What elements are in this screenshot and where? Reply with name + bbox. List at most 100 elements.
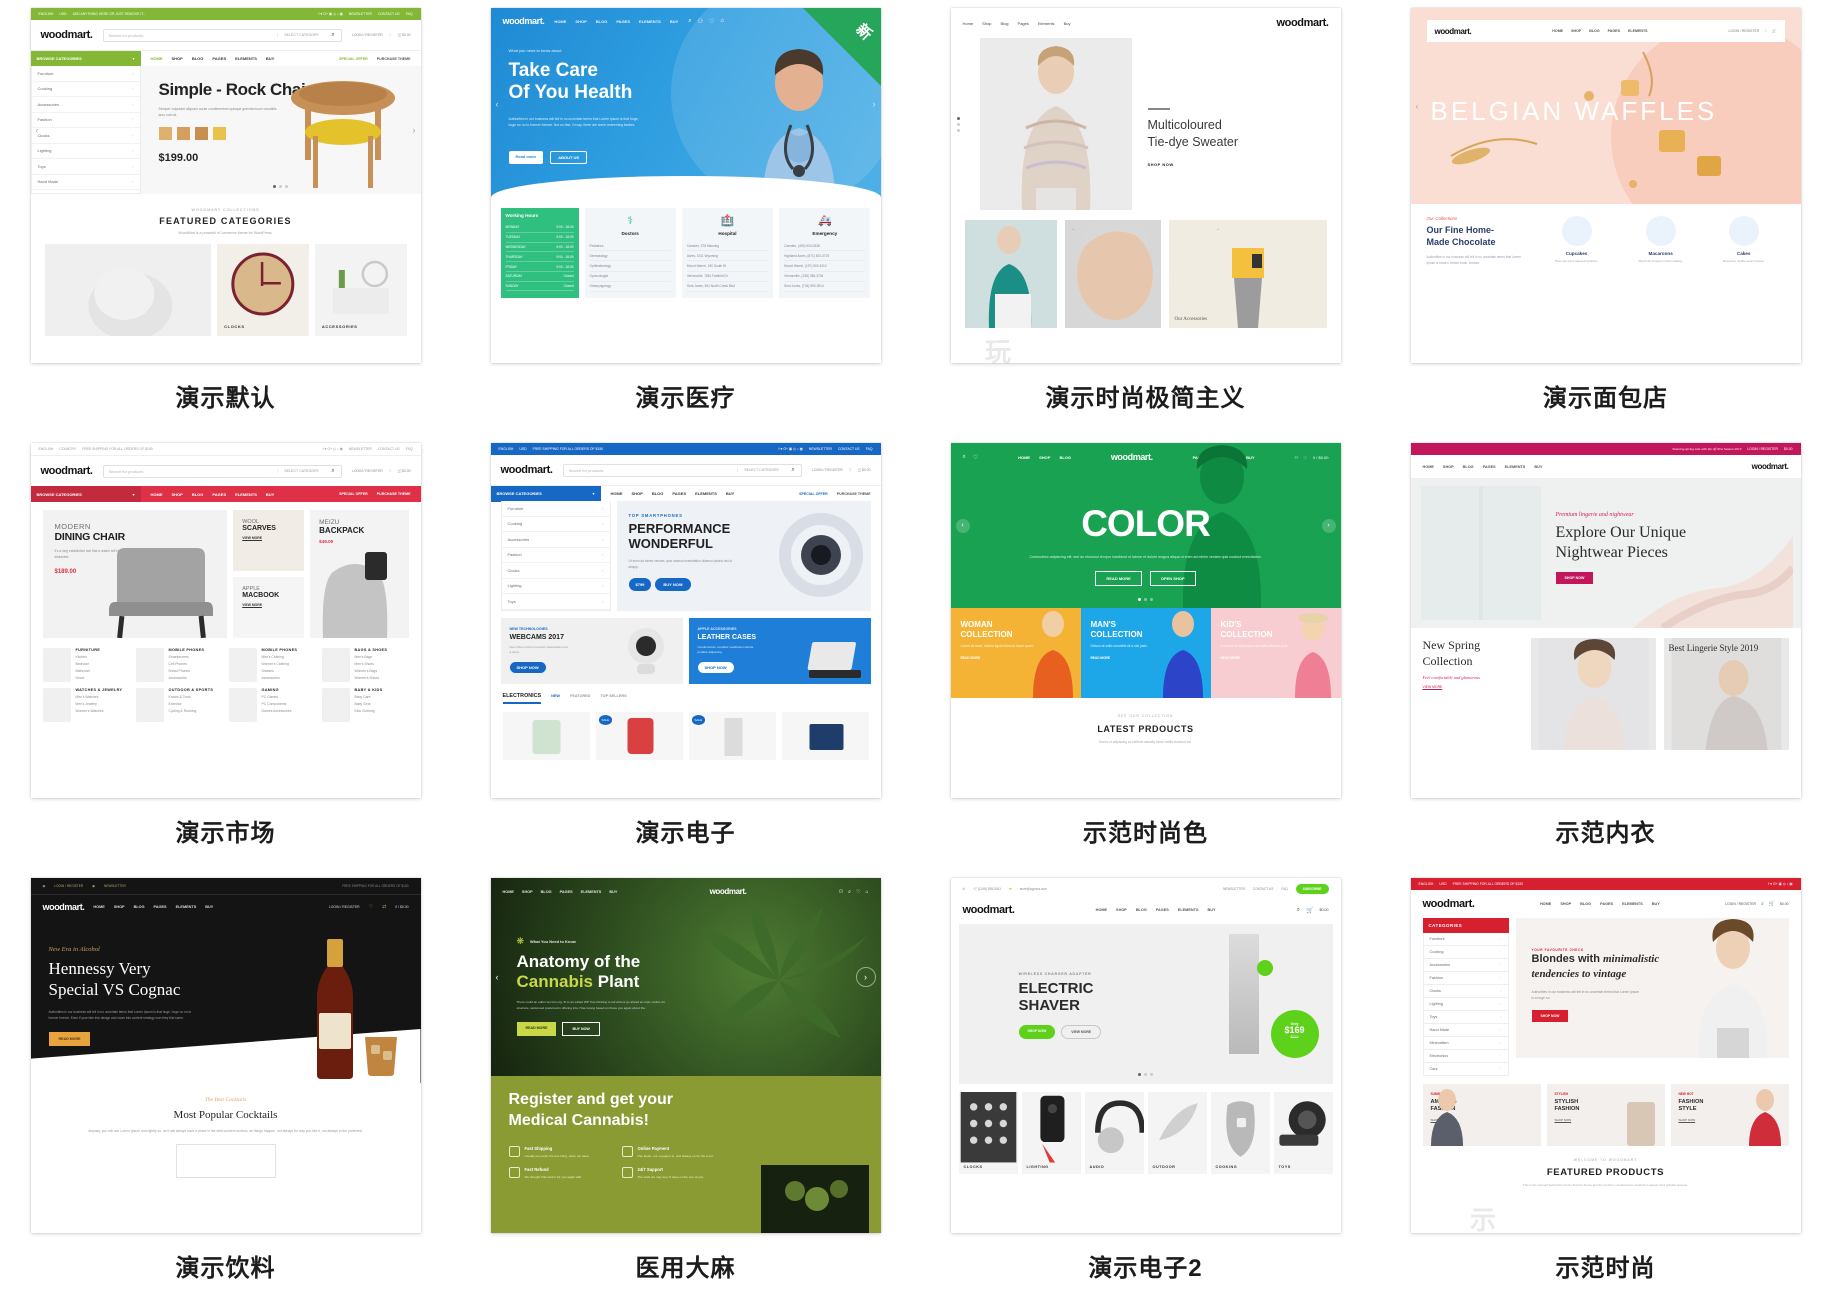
shop-now-button[interactable]: SHOP NOW bbox=[1018, 1024, 1056, 1039]
promo-photo-2[interactable]: Best Lingerie Style 2019 bbox=[1663, 638, 1789, 750]
nav-links[interactable]: HOME SHOP BLOG PAGES ELEMENTS BUY bbox=[1540, 902, 1660, 906]
cat-tile-toys[interactable]: TOYS bbox=[1273, 1092, 1333, 1174]
wishlist-icon[interactable]: ♡ bbox=[369, 904, 373, 910]
nav-pages[interactable]: PAGES bbox=[212, 56, 226, 61]
cat-fashion[interactable]: Fashion bbox=[31, 113, 140, 128]
nav-blog[interactable]: BLOG bbox=[1589, 29, 1599, 33]
nav-links[interactable]: HOME SHOP BLOG PAGES ELEMENTS BUY bbox=[601, 491, 735, 496]
header-actions[interactable]: LOGIN / REGISTER ⌕ 🛒 $0.00 bbox=[1725, 901, 1788, 907]
topbar-contact[interactable]: CONTACT US bbox=[378, 447, 400, 451]
nav-buy[interactable]: BUY bbox=[609, 890, 617, 894]
demo-thumbnail-cannabis[interactable]: HOME SHOP BLOG PAGES ELEMENTS BUY woodma… bbox=[490, 878, 881, 1233]
product-card[interactable]: SALE bbox=[595, 712, 683, 760]
topbar-faq[interactable]: FAQ bbox=[866, 447, 873, 451]
cat-outdoor-sports[interactable]: OUTDOOR & SPORTS Knives & Tools Exercise Cy… bbox=[135, 688, 223, 722]
read-more-button[interactable]: READ MORE bbox=[1095, 571, 1142, 586]
open-shop-button[interactable]: OPEN SHOP bbox=[1149, 571, 1196, 586]
nav-pages[interactable]: PAGES bbox=[1483, 465, 1496, 469]
cart-total[interactable]: $0.00 bbox=[402, 469, 411, 473]
nav-links[interactable]: HOME SHOP BLOG PAGES ELEMENTS BUY bbox=[1423, 465, 1543, 469]
demo-thumbnail-drinks[interactable]: ◉ LOGIN / REGISTER ◉ NEWSLETTER FREE SHI… bbox=[30, 878, 421, 1233]
slider-prev-arrow[interactable]: ‹ bbox=[36, 125, 39, 135]
nav-buy[interactable]: Buy bbox=[1064, 21, 1071, 26]
brand-logo[interactable]: woodmart. bbox=[501, 464, 553, 476]
search-icon[interactable]: ⌕ bbox=[325, 32, 341, 39]
account-link[interactable]: LOGIN / REGISTER bbox=[352, 469, 383, 473]
cart-icon[interactable]: 🛒 bbox=[1303, 455, 1308, 460]
tab-electronics[interactable]: ELECTRONICS bbox=[502, 693, 542, 704]
browse-categories-button[interactable]: BROWSE CATEGORIES ▾ bbox=[30, 50, 141, 67]
brand-logo[interactable]: woodmart. bbox=[1435, 27, 1472, 36]
search-category-select[interactable]: SELECT CATEGORY bbox=[277, 469, 325, 473]
nav-right[interactable]: SPECIAL OFFER PURCHASE THEME bbox=[339, 492, 420, 496]
topbar-faq[interactable]: FAQ bbox=[1281, 887, 1287, 891]
nav-home[interactable]: HOME bbox=[1540, 902, 1551, 906]
search-icon[interactable]: ⌕ bbox=[325, 468, 341, 475]
cat-tile-cooking[interactable]: COOKING bbox=[1210, 1092, 1270, 1174]
cat-cooking[interactable]: Cooking bbox=[31, 82, 140, 97]
newsletter-icon[interactable]: ◉ bbox=[92, 884, 95, 888]
header-actions[interactable]: ⌕ 🛒 $0.00 bbox=[1297, 907, 1329, 914]
topbar-email[interactable]: store@agrona.com bbox=[1020, 887, 1047, 891]
search-category-select[interactable]: SELECT CATEGORY bbox=[277, 33, 325, 37]
shop-now-button[interactable]: SHOP NOW bbox=[697, 661, 734, 673]
item-macaroons[interactable]: Macaroons Meets the prospect of their re… bbox=[1639, 216, 1683, 267]
promo-photo-1[interactable] bbox=[1530, 638, 1656, 750]
cat-bags-shoes[interactable]: BAGS & SHOES Men's Bags Men's Shoes Women's… bbox=[321, 648, 409, 682]
brand-logo[interactable]: woodmart. bbox=[41, 29, 93, 41]
nav-buy[interactable]: BUY bbox=[670, 19, 678, 24]
social-icons[interactable]: f ♥ G+ ▣ ◎ ♪ ▦ bbox=[319, 12, 343, 16]
cat-furniture[interactable]: FURNITURE Kitchen Bedroom Bathroom Decor bbox=[42, 648, 130, 682]
cart-icon[interactable]: 🛒 bbox=[1769, 901, 1775, 907]
topbar-lang[interactable]: ENGLISH bbox=[39, 447, 54, 451]
demo-thumbnail-bakery[interactable]: woodmart. HOME SHOP BLOG PAGES ELEMENTS … bbox=[1410, 8, 1801, 363]
topbar-newsletter[interactable]: NEWSLETTER bbox=[349, 12, 372, 16]
nav-shop[interactable]: SHOP bbox=[1443, 465, 1454, 469]
search-bar[interactable]: Search for products SELECT CATEGORY ⌕ bbox=[102, 464, 342, 478]
cart-icon[interactable]: 🛒 bbox=[1306, 907, 1313, 914]
nav-links[interactable]: HOME SHOP BLOG PAGES ELEMENTS BUY bbox=[554, 19, 678, 24]
cart-total[interactable]: $0.00 bbox=[1784, 447, 1793, 451]
cat-gaming[interactable]: GAMING PC Games PC Components Games Accesso… bbox=[228, 688, 316, 722]
buy-now-button[interactable]: BUY NOW bbox=[655, 578, 691, 592]
special-offer-link[interactable]: SPECIAL OFFER bbox=[799, 492, 828, 496]
slider-prev-arrow[interactable]: ‹ bbox=[1416, 101, 1419, 111]
nav-shop[interactable]: SHOP bbox=[172, 492, 183, 497]
slider-next-arrow[interactable]: › bbox=[413, 125, 416, 135]
nav-buy[interactable]: BUY bbox=[1652, 902, 1660, 906]
brand-logo[interactable]: woodmart. bbox=[43, 902, 85, 912]
nav-home[interactable]: HOME bbox=[151, 56, 163, 61]
nav-blog[interactable]: BLOG bbox=[1463, 465, 1474, 469]
tab-top-sellers[interactable]: TOP SELLERS bbox=[600, 694, 626, 698]
nav-shop[interactable]: SHOP bbox=[1560, 902, 1571, 906]
hero-buttons[interactable]: SHOP NOW VIEW MORE bbox=[1018, 1024, 1102, 1039]
nav-blog[interactable]: BLOG bbox=[1580, 902, 1591, 906]
nav-pages[interactable]: PAGES bbox=[1600, 902, 1613, 906]
nav-pages[interactable]: PAGES bbox=[560, 890, 573, 894]
topbar-currency[interactable]: USD bbox=[1439, 882, 1446, 886]
account-link[interactable]: LOGIN / REGISTER bbox=[1729, 29, 1760, 33]
cart-total[interactable]: $0.00 bbox=[1780, 902, 1789, 906]
product-card[interactable] bbox=[502, 712, 590, 760]
search-icon[interactable]: ⌕ bbox=[1761, 901, 1764, 907]
nav-pages[interactable]: PAGES bbox=[154, 905, 167, 909]
nav-elements[interactable]: ELEMENTS bbox=[1505, 465, 1526, 469]
gallery-tile-1[interactable] bbox=[964, 220, 1057, 328]
topbar-contact[interactable]: CONTACT US bbox=[378, 12, 400, 16]
topbar-newsletter[interactable]: NEWSLETTER bbox=[809, 447, 832, 451]
promo-wool-scarves[interactable]: WOOL SCARVES VIEW MORE bbox=[233, 510, 305, 571]
view-more-button[interactable]: VIEW MORE bbox=[1061, 1024, 1102, 1039]
nav-blog[interactable]: BLOG bbox=[652, 491, 664, 496]
nav-home[interactable]: Home bbox=[963, 21, 974, 26]
cat-lighting[interactable]: Lighting bbox=[1422, 998, 1509, 1011]
topbar-contact[interactable]: CONTACT US bbox=[838, 447, 860, 451]
shop-now-button[interactable]: SHOP NOW bbox=[509, 661, 546, 673]
nav-home[interactable]: HOME bbox=[554, 19, 566, 24]
brand-logo[interactable]: woodmart. bbox=[1752, 462, 1789, 471]
nav-elements[interactable]: ELEMENTS bbox=[639, 19, 661, 24]
account-link[interactable]: LOGIN / REGISTER bbox=[329, 905, 360, 909]
nav-right[interactable]: SPECIAL OFFER PURCHASE THEME bbox=[339, 57, 420, 61]
account-link[interactable]: LOGIN / REGISTER bbox=[352, 33, 383, 37]
nav-shop[interactable]: SHOP bbox=[522, 890, 533, 894]
topbar-lang[interactable]: ENGLISH bbox=[499, 447, 514, 451]
